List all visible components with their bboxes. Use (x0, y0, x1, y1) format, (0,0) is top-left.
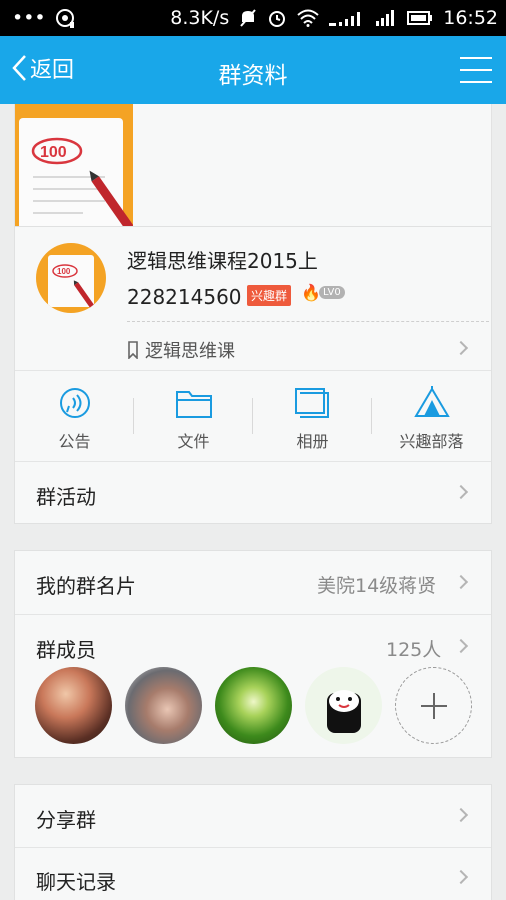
panda-sticker-icon (327, 690, 361, 733)
chevron-right-icon (453, 484, 469, 500)
member-count: 125人 (386, 639, 442, 661)
score-mark-icon: 100 (31, 137, 83, 165)
announcement-icon (59, 388, 90, 418)
member-avatar[interactable] (125, 667, 202, 744)
menu-line (460, 69, 492, 71)
folder-icon (175, 391, 212, 418)
group-name: 逻辑思维课程2015上 (127, 249, 318, 273)
tribe-row[interactable]: 逻辑思维课 (127, 337, 235, 363)
flame-icon: 🔥 (301, 283, 321, 302)
dashed-divider (127, 321, 489, 322)
album-button[interactable]: 相册 (253, 370, 372, 462)
row-label: 我的群名片 (36, 574, 136, 598)
member-avatars (35, 667, 472, 744)
chevron-right-icon (453, 869, 469, 885)
add-member-button[interactable] (395, 667, 472, 744)
my-card-value: 美院14级蒋贤 (317, 575, 437, 597)
share-group-row[interactable]: 分享群 (15, 785, 491, 847)
tribe-button[interactable]: 兴趣部落 (372, 370, 491, 462)
row-label: 聊天记录 (36, 870, 116, 894)
group-cover: 100 (14, 104, 492, 226)
action-label: 文件 (177, 432, 210, 451)
mute-icon (240, 9, 256, 27)
plus-icon (420, 692, 447, 719)
notification-dots: ••• (12, 7, 46, 29)
group-avatar[interactable]: 100 (36, 243, 106, 313)
svg-text:100: 100 (57, 267, 71, 276)
clock: 16:52 (443, 7, 498, 29)
row-label: 分享群 (36, 808, 96, 832)
network-speed: 8.3K/s (170, 7, 230, 29)
alarm-icon (269, 11, 286, 27)
row-label: 群活动 (36, 485, 96, 509)
chat-history-row[interactable]: 聊天记录 (15, 848, 491, 900)
signal-1x-icon (329, 12, 361, 26)
status-bar: ••• 8.3K/s 16:52 (0, 0, 506, 36)
chevron-right-icon (453, 638, 469, 654)
pen-icon (89, 170, 133, 226)
wifi-icon (297, 9, 319, 27)
group-info-card: 100 逻辑思维课程2015上 228214560 兴趣群 🔥 LV0 逻辑思维… (14, 226, 492, 524)
action-label: 公告 (58, 432, 91, 451)
files-button[interactable]: 文件 (134, 370, 253, 462)
group-members-row[interactable]: 群成员 125人 (15, 615, 491, 757)
bookmark-icon (128, 341, 138, 359)
row-label: 群成员 (36, 638, 96, 662)
group-activity-row[interactable]: 群活动 (15, 462, 491, 524)
interest-group-badge: 兴趣群 (247, 285, 292, 306)
action-label: 兴趣部落 (399, 432, 464, 451)
my-group-card-row[interactable]: 我的群名片 美院14级蒋贤 (15, 551, 491, 614)
media-icon (55, 9, 74, 28)
member-avatar[interactable] (215, 667, 292, 744)
share-card: 分享群 聊天记录 (14, 784, 492, 900)
album-icon (294, 388, 329, 418)
member-avatar[interactable] (305, 667, 382, 744)
signal-icon (376, 10, 395, 26)
menu-line (460, 81, 492, 83)
group-id: 228214560 (127, 285, 242, 309)
membership-card: 我的群名片 美院14级蒋贤 群成员 125人 (14, 550, 492, 758)
menu-line (460, 57, 492, 59)
menu-button[interactable] (460, 57, 492, 83)
quick-actions: 公告 文件 相册 兴趣部落 (15, 370, 491, 462)
navigation-bar: 返回 群资料 (0, 36, 506, 104)
chevron-right-icon (453, 574, 469, 590)
chevron-right-icon (453, 807, 469, 823)
announcement-button[interactable]: 公告 (15, 370, 134, 462)
tribe-icon (413, 386, 450, 417)
level-badge: LV0 (319, 286, 345, 299)
svg-text:100: 100 (40, 144, 67, 161)
page-title: 群资料 (218, 63, 288, 89)
tribe-name: 逻辑思维课 (145, 341, 235, 362)
pen-icon (73, 280, 96, 310)
action-label: 相册 (296, 432, 329, 451)
chevron-right-icon (453, 340, 469, 356)
battery-icon (407, 11, 433, 25)
member-avatar[interactable] (35, 667, 112, 744)
cover-image: 100 (15, 104, 133, 226)
